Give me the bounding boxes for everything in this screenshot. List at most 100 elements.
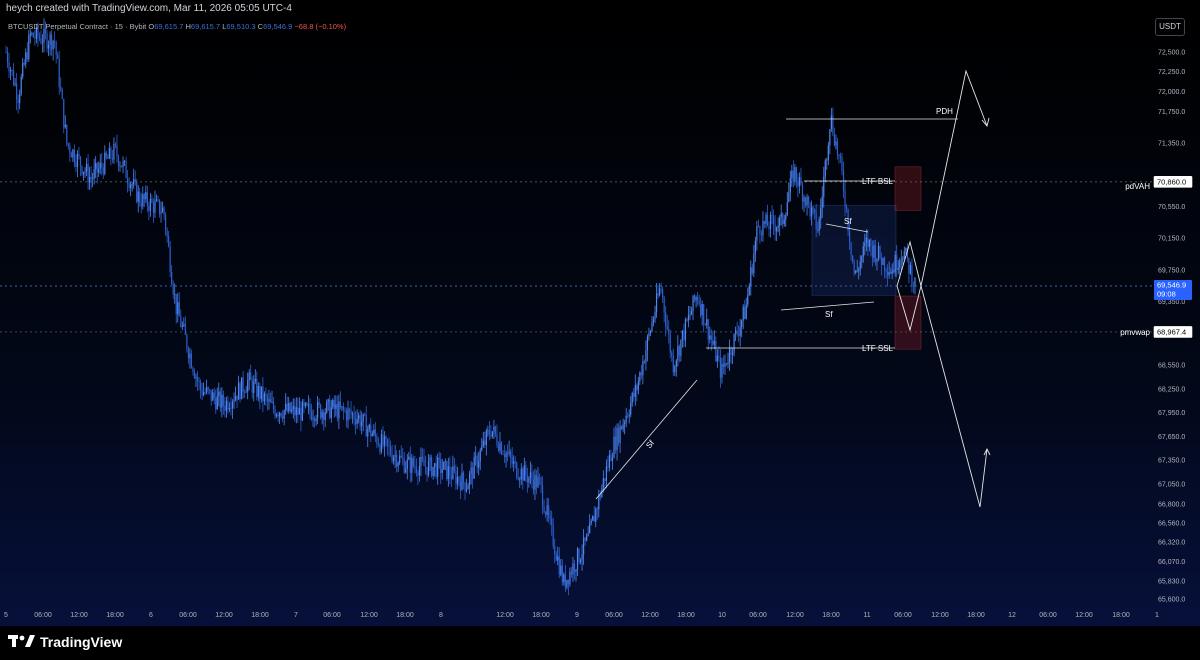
candle-body — [690, 311, 693, 315]
candle-body — [721, 363, 723, 378]
candle-body — [655, 293, 658, 313]
candle-body — [503, 454, 506, 458]
pdh-label: PDH — [936, 107, 953, 116]
candle-body — [478, 461, 480, 468]
candle-body — [675, 360, 677, 367]
candle-body — [452, 466, 454, 479]
candle-body — [458, 476, 460, 482]
bsl-zone-box[interactable] — [894, 166, 922, 211]
time-tick-label: 11 — [863, 612, 870, 619]
candle-body — [362, 414, 364, 422]
price-chart-svg[interactable]: 72,750.072,500.072,250.072,000.071,750.0… — [0, 18, 1200, 626]
chart-area[interactable]: 72,750.072,500.072,250.072,000.071,750.0… — [0, 18, 1200, 626]
candle-body — [871, 245, 873, 258]
candle-body — [586, 535, 588, 541]
candle-body — [239, 383, 241, 400]
currency-button[interactable]: USDT — [1155, 18, 1185, 36]
candle-body — [16, 83, 18, 100]
bullish-scenario-path[interactable] — [920, 69, 988, 287]
candle-body — [99, 162, 101, 169]
candle-body — [684, 319, 687, 341]
candle-body — [855, 270, 857, 274]
candle-body — [677, 346, 679, 361]
candle-body — [415, 466, 417, 473]
candle-body — [92, 178, 94, 180]
candle-body — [34, 37, 36, 39]
legend-symbol[interactable]: BTCUSDT Perpetual Contract · 15 · Bybit — [8, 22, 146, 31]
candle-body — [263, 393, 265, 402]
candle-body — [829, 129, 831, 146]
candle-body — [669, 333, 671, 353]
time-tick-label: 7 — [294, 612, 298, 619]
candle-body — [455, 470, 457, 485]
candle-body — [795, 167, 797, 181]
candle-body — [224, 405, 226, 411]
candle-body — [643, 361, 645, 363]
time-tick-label: 12:00 — [641, 612, 659, 619]
price-tick-label: 72,000.0 — [1158, 89, 1185, 96]
candle-body — [327, 399, 329, 402]
candle-body — [111, 158, 113, 160]
candle-body — [140, 203, 142, 207]
candle-body — [104, 152, 106, 174]
candle-body — [26, 52, 28, 60]
candle-body — [385, 436, 387, 440]
candle-body — [93, 168, 95, 179]
candle-body — [815, 212, 817, 230]
candle-body — [262, 386, 264, 402]
range-box[interactable] — [811, 205, 897, 296]
tradingview-logo[interactable]: TradingView — [8, 634, 122, 650]
candle-body — [394, 454, 396, 458]
candle-body — [365, 414, 367, 437]
candle-body — [358, 415, 360, 419]
candle-body — [852, 255, 854, 262]
candle-body — [412, 458, 414, 466]
candle-body — [123, 161, 126, 162]
candle-body — [584, 537, 586, 541]
candle-body — [336, 404, 338, 419]
candle-body — [888, 271, 890, 276]
candle-body — [187, 349, 189, 359]
candle-body — [388, 445, 390, 447]
sf-top-label: Sf — [844, 217, 852, 226]
candle-body — [79, 156, 82, 167]
candle-body — [450, 476, 452, 479]
candle-body — [707, 319, 709, 340]
candle-body — [329, 399, 331, 418]
candle-body — [567, 579, 569, 585]
candle-body — [386, 439, 389, 446]
sf-trendline-bottom[interactable] — [780, 301, 875, 311]
bearish-scenario-path[interactable] — [920, 285, 988, 508]
candle-body — [9, 70, 12, 72]
candle-body — [731, 353, 734, 355]
candle-body — [342, 406, 345, 411]
candle-body — [576, 548, 579, 570]
candle-body — [879, 246, 881, 259]
candle-body — [680, 339, 682, 356]
candle-body — [526, 475, 528, 483]
candle-body — [561, 565, 563, 583]
candle-body — [180, 316, 182, 327]
candle-body — [453, 466, 455, 471]
candle-body — [292, 406, 294, 409]
price-tick-label: 69,750.0 — [1158, 267, 1185, 274]
candle-body — [420, 456, 422, 467]
candle-body — [133, 179, 135, 185]
candle-body — [11, 70, 13, 71]
candle-body — [698, 299, 700, 305]
candle-body — [467, 485, 469, 490]
time-tick-label: 18:00 — [396, 612, 414, 619]
time-tick-label: 06:00 — [323, 612, 341, 619]
candle-body — [659, 288, 661, 296]
candle-body — [408, 456, 410, 460]
sf-trendline-diagonal[interactable] — [595, 379, 698, 500]
candle-body — [633, 392, 635, 397]
candle-body — [443, 461, 445, 470]
candle-body — [312, 418, 314, 420]
candle-body — [491, 431, 493, 437]
candle-body — [203, 392, 205, 396]
time-tick-label: 12:00 — [70, 612, 88, 619]
candle-body — [435, 463, 437, 477]
candle-body — [209, 389, 211, 391]
candle-body — [751, 267, 753, 274]
